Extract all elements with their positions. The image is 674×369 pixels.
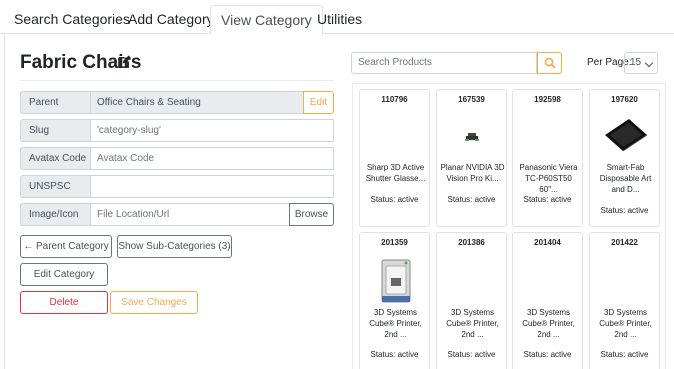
parent-label: Parent <box>20 91 91 114</box>
edit-title-icon[interactable] <box>118 55 131 68</box>
product-status: Status: active <box>523 195 572 204</box>
product-name: 3D Systems Cube® Printer, 2nd ... <box>369 308 422 339</box>
image-label: Image/Icon <box>20 203 91 226</box>
parent-field: Office Chairs & Seating <box>90 91 304 114</box>
product-status: Status: active <box>600 350 649 359</box>
unspsc-label: UNSPSC <box>20 175 91 198</box>
product-id: 201422 <box>611 238 638 247</box>
product-image <box>381 259 411 303</box>
product-id: 201359 <box>381 238 408 247</box>
product-id: 197620 <box>611 95 638 104</box>
slug-input[interactable]: 'category-slug' <box>90 119 334 142</box>
unspsc-input[interactable] <box>90 175 334 198</box>
search-products-input[interactable]: Search Products <box>351 52 537 74</box>
parent-row: Parent Office Chairs & Seating Edit <box>20 91 334 114</box>
product-id: 192598 <box>534 95 561 104</box>
product-name: 3D Systems Cube® Printer, 2nd ... <box>522 308 575 339</box>
search-icon <box>544 57 556 69</box>
product-name: Smart-Fab Disposable Art and D... <box>599 163 652 194</box>
product-status: Status: active <box>370 350 419 359</box>
product-status: Status: active <box>600 206 649 215</box>
parent-category-button[interactable]: ← Parent Category <box>20 235 112 258</box>
tab-add-category[interactable]: Add Category <box>118 5 224 34</box>
product-status: Status: active <box>370 195 419 204</box>
product-id: 110796 <box>381 95 408 104</box>
product-card[interactable]: 197620 Smart-Fab Disposable Art and D...… <box>589 89 660 227</box>
product-card[interactable]: 167539 Planar NVIDIA 3D Vision Pro Ki...… <box>436 89 507 227</box>
slug-row: Slug 'category-slug' <box>20 119 334 142</box>
product-name: Planar NVIDIA 3D Vision Pro Ki... <box>440 163 505 183</box>
tab-utilities[interactable]: Utilities <box>307 5 372 34</box>
title-divider <box>20 80 334 81</box>
product-name: 3D Systems Cube® Printer, 2nd ... <box>446 308 499 339</box>
search-button[interactable] <box>537 52 562 74</box>
image-url-input[interactable]: File Location/Url <box>90 203 290 226</box>
per-page-select[interactable]: 15 <box>624 52 658 74</box>
product-card[interactable]: 201359 3D Systems Cube® Printer, 2nd ...… <box>359 232 430 369</box>
avatax-row: Avatax Code Avatax Code <box>20 147 334 170</box>
product-card[interactable]: 201386 3D Systems Cube® Printer, 2nd ...… <box>436 232 507 369</box>
product-image <box>465 133 479 141</box>
show-sub-categories-button[interactable]: Show Sub-Categories (3) <box>117 235 232 258</box>
image-row: Image/Icon File Location/Url Browse <box>20 203 334 226</box>
edit-category-button[interactable]: Edit Category <box>20 263 108 286</box>
unspsc-row: UNSPSC <box>20 175 334 198</box>
avatax-input[interactable]: Avatax Code <box>90 147 334 170</box>
product-card[interactable]: 192598 Panasonic Viera TC-P60ST50 60"...… <box>512 89 583 227</box>
parent-category-label: Parent Category <box>35 241 109 252</box>
product-id: 201404 <box>534 238 561 247</box>
edit-parent-button[interactable]: Edit <box>303 91 334 114</box>
slug-label: Slug <box>20 119 91 142</box>
product-image <box>605 119 648 152</box>
product-name: Sharp 3D Active Shutter Glasse... <box>365 163 426 183</box>
product-status: Status: active <box>447 350 496 359</box>
chevron-down-icon <box>644 58 654 68</box>
product-id: 201386 <box>458 238 485 247</box>
avatax-label: Avatax Code <box>20 147 91 170</box>
product-card[interactable]: 201404 3D Systems Cube® Printer, 2nd ...… <box>512 232 583 369</box>
category-tabs: Search Categories Add Category View Cate… <box>0 0 674 35</box>
per-page-value: 15 <box>630 57 642 68</box>
product-card[interactable]: 201422 3D Systems Cube® Printer, 2nd ...… <box>589 232 660 369</box>
arrow-left-icon: ← <box>23 241 36 252</box>
product-status: Status: active <box>523 350 572 359</box>
product-name: 3D Systems Cube® Printer, 2nd ... <box>599 308 652 339</box>
save-changes-button[interactable]: Save Changes <box>110 291 198 314</box>
product-status: Status: active <box>447 195 496 204</box>
product-id: 167539 <box>458 95 485 104</box>
product-card[interactable]: 110796 Sharp 3D Active Shutter Glasse...… <box>359 89 430 227</box>
tab-view-category[interactable]: View Category <box>210 5 323 35</box>
browse-button[interactable]: Browse <box>289 203 334 226</box>
product-name: Panasonic Viera TC-P60ST50 60"... <box>519 163 578 194</box>
delete-button[interactable]: Delete <box>20 291 108 314</box>
